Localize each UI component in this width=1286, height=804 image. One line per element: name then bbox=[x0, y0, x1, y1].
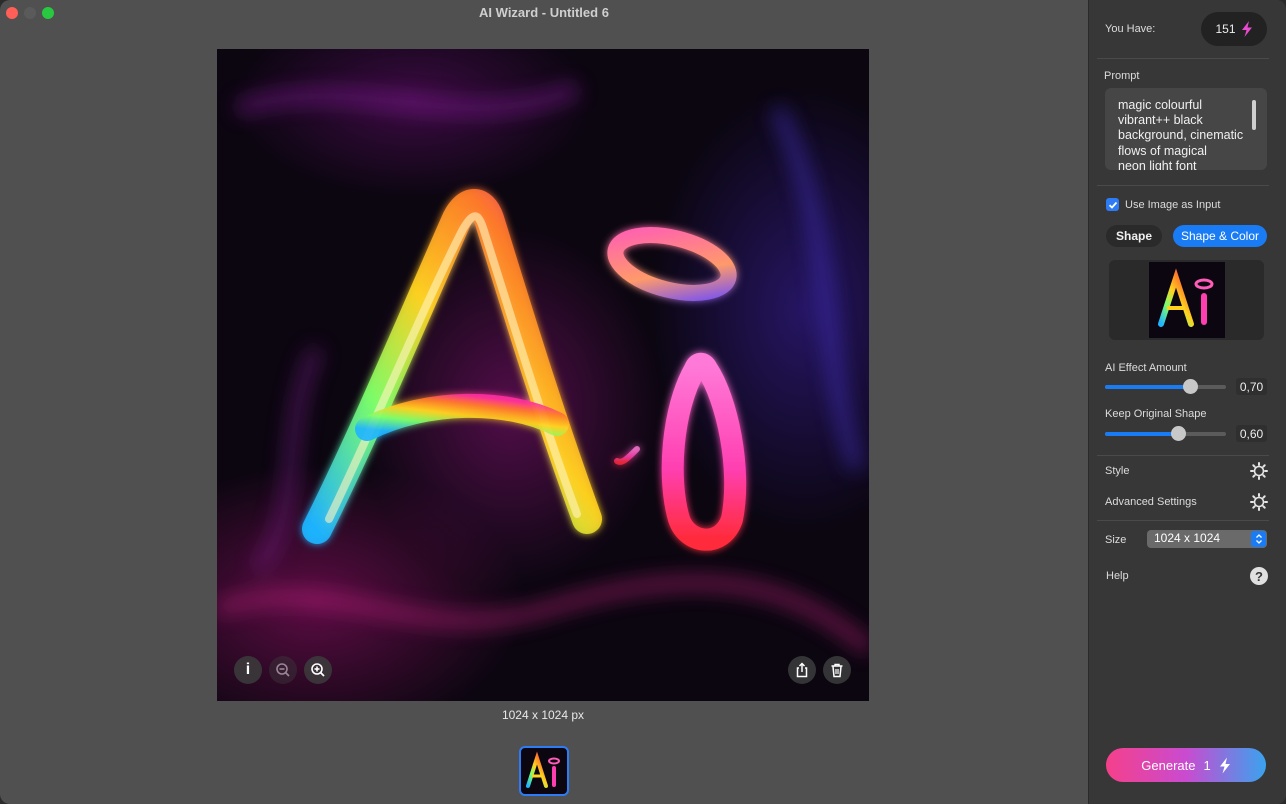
mode-shape-button[interactable]: Shape bbox=[1106, 225, 1162, 247]
divider bbox=[1097, 58, 1269, 59]
style-label: Style bbox=[1105, 465, 1130, 477]
help-button[interactable]: ? bbox=[1250, 567, 1268, 585]
history-thumbnail[interactable] bbox=[519, 746, 569, 796]
lightning-icon bbox=[1219, 757, 1230, 773]
keep-shape-knob[interactable] bbox=[1170, 426, 1186, 441]
input-image-well[interactable] bbox=[1109, 260, 1264, 340]
generate-cost: 1 bbox=[1203, 757, 1211, 773]
gear-icon bbox=[1250, 462, 1268, 480]
image-dimensions-label: 1024 x 1024 px bbox=[501, 708, 585, 722]
advanced-settings-label: Advanced Settings bbox=[1105, 496, 1197, 508]
generate-button[interactable]: Generate 1 bbox=[1106, 748, 1266, 782]
use-image-label: Use Image as Input bbox=[1125, 199, 1221, 211]
lightning-icon bbox=[1241, 21, 1252, 37]
keep-shape-slider[interactable] bbox=[1105, 426, 1226, 441]
ai-effect-label: AI Effect Amount bbox=[1105, 362, 1187, 374]
zoom-out-icon bbox=[276, 663, 290, 677]
zoom-in-button[interactable] bbox=[304, 656, 332, 684]
size-select-value: 1024 x 1024 bbox=[1154, 531, 1221, 545]
prompt-scrollbar[interactable] bbox=[1252, 100, 1256, 130]
question-icon: ? bbox=[1255, 568, 1263, 584]
title-bar: AI Wizard - Untitled 6 bbox=[0, 0, 1088, 26]
share-icon bbox=[796, 662, 808, 678]
divider bbox=[1097, 455, 1269, 456]
use-image-checkbox[interactable] bbox=[1106, 198, 1119, 211]
generate-label: Generate bbox=[1141, 757, 1196, 773]
help-label: Help bbox=[1106, 570, 1129, 582]
window-title: AI Wizard - Untitled 6 bbox=[479, 5, 609, 20]
prompt-label: Prompt bbox=[1104, 70, 1140, 82]
app-window: AI Wizard - Untitled 6 i 1024 x 1024 px … bbox=[0, 0, 1286, 804]
keep-shape-label: Keep Original Shape bbox=[1105, 408, 1207, 420]
advanced-settings-button[interactable] bbox=[1250, 493, 1268, 511]
chevron-up-down-icon bbox=[1255, 534, 1262, 544]
ai-artwork bbox=[217, 82, 869, 655]
ai-effect-fill bbox=[1105, 385, 1190, 389]
ai-effect-value[interactable]: 0,70 bbox=[1236, 378, 1267, 395]
thumbnail-artwork bbox=[526, 751, 560, 788]
keep-shape-value[interactable]: 0,60 bbox=[1236, 425, 1267, 442]
credits-badge[interactable]: 151 bbox=[1201, 12, 1267, 46]
input-image-thumbnail bbox=[1149, 262, 1225, 338]
keep-shape-fill bbox=[1105, 432, 1178, 436]
share-button[interactable] bbox=[788, 656, 816, 684]
checkmark-icon bbox=[1108, 201, 1117, 209]
gear-icon bbox=[1250, 493, 1268, 511]
prompt-text: magic colourful vibrant++ black backgrou… bbox=[1118, 98, 1244, 170]
divider bbox=[1097, 185, 1269, 186]
you-have-label: You Have: bbox=[1105, 23, 1156, 35]
credits-count: 151 bbox=[1215, 22, 1236, 36]
info-button[interactable]: i bbox=[234, 656, 262, 684]
input-artwork bbox=[1158, 268, 1214, 327]
zoom-in-icon bbox=[311, 663, 325, 677]
size-label: Size bbox=[1105, 534, 1127, 546]
divider bbox=[1097, 520, 1269, 521]
ai-effect-knob[interactable] bbox=[1182, 379, 1198, 394]
style-settings-button[interactable] bbox=[1250, 462, 1268, 480]
delete-button[interactable] bbox=[823, 656, 851, 684]
ai-effect-slider[interactable] bbox=[1105, 379, 1226, 394]
mode-shape-color-button[interactable]: Shape & Color bbox=[1173, 225, 1267, 247]
info-icon: i bbox=[245, 661, 251, 678]
select-stepper[interactable] bbox=[1251, 531, 1266, 547]
size-select[interactable]: 1024 x 1024 bbox=[1147, 530, 1267, 548]
zoom-out-button[interactable] bbox=[269, 656, 297, 684]
prompt-input[interactable]: magic colourful vibrant++ black backgrou… bbox=[1105, 88, 1267, 170]
trash-icon bbox=[831, 663, 843, 678]
generated-image: i bbox=[217, 49, 869, 701]
